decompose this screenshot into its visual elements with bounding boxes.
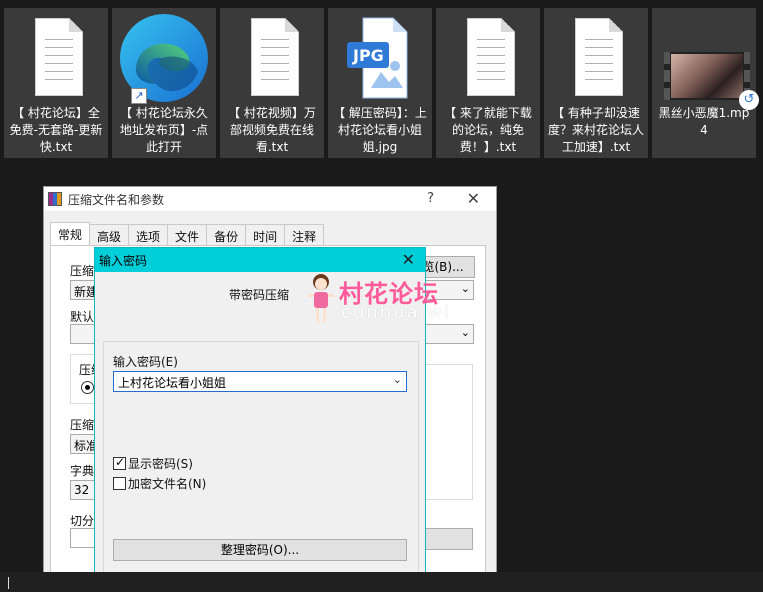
text-caret [8,577,9,589]
desktop-file-3[interactable]: 【 村花视频】万部视频免费在线看.txt [220,8,324,158]
encrypt-file-names-checkbox[interactable]: 加密文件名(N) [113,475,206,492]
file-name: 【 村花论坛永久地址发布页】-点此打开 [119,106,209,154]
desktop-file-7[interactable]: ↺ 黑丝小恶魔1.mp4 [652,8,759,158]
edge-shortcut-icon: ↗ [120,14,208,104]
dialog-title: 压缩文件名和参数 [68,192,165,207]
password-input[interactable]: 上村花论坛看小姐姐 ⌄ [113,371,407,392]
password-header: 带密码压缩 [229,288,290,302]
tab-files[interactable]: 文件 [167,224,208,246]
tab-comment[interactable]: 注释 [284,224,325,246]
text-file-icon [21,14,91,102]
file-name: 【 村花视频】万部视频免费在线看.txt [228,106,316,154]
tab-bar: 常规 高级 选项 文件 备份 时间 注释 [50,222,325,246]
tab-time[interactable]: 时间 [245,224,286,246]
text-file-icon [561,14,631,102]
text-file-icon [453,14,523,102]
checkbox-checked-icon[interactable] [113,455,126,470]
winrar-icon [48,192,62,206]
help-button[interactable]: ? [427,191,434,206]
file-name: 【 村花论坛】全免费-无套路-更新快.txt [9,106,103,154]
password-dialog-title: 输入密码 [99,253,148,268]
file-name: 【 来了就能下载的论坛，纯免费！】.txt [444,106,532,154]
split-label: 切分 [70,514,95,528]
desktop-file-2[interactable]: ↗ 【 村花论坛永久地址发布页】-点此打开 [112,8,216,158]
close-button[interactable]: ✕ [402,250,415,269]
format-radio[interactable] [81,381,94,394]
organize-passwords-button[interactable]: 整理密码(O)... [113,539,407,561]
girl-mascot-icon [308,274,334,322]
desktop-file-5[interactable]: 【 来了就能下载的论坛，纯免费！】.txt [436,8,540,158]
enter-password-label: 输入密码(E) [113,355,178,369]
tab-advanced[interactable]: 高级 [89,224,130,246]
desktop-file-1[interactable]: 【 村花论坛】全免费-无套路-更新快.txt [4,8,108,158]
jpg-file-icon: JPG [345,14,415,102]
desktop-file-4[interactable]: JPG 【 解压密码】：上村花论坛看小姐姐.jpg [328,8,432,158]
video-file-icon: ↺ [664,14,759,110]
taskbar [0,572,763,592]
watermark: 村花论坛 cunhua.wi [305,272,465,328]
file-name: 【 解压密码】：上村花论坛看小姐姐.jpg [333,106,427,154]
file-name: 【 有种子却没速度？来村花论坛人工加速】.txt [548,106,645,154]
archive-name-label: 压缩 [70,264,95,278]
method-label: 压缩 [70,418,95,432]
dictionary-label: 字典 [70,464,95,478]
show-password-checkbox[interactable]: 显示密码(S) [113,455,193,472]
shortcut-arrow-icon: ↗ [131,88,147,104]
chevron-down-icon[interactable]: ⌄ [393,373,402,386]
tab-options[interactable]: 选项 [128,224,169,246]
desktop-file-area: 【 村花论坛】全免费-无套路-更新快.txt ↗ 【 村花论坛永久地址发布页】-… [0,0,763,160]
desktop-file-6[interactable]: 【 有种子却没速度？来村花论坛人工加速】.txt [544,8,648,158]
tab-backup[interactable]: 备份 [206,224,247,246]
file-name: 黑丝小恶魔1.mp4 [658,106,750,137]
dialog-title-bar: 压缩文件名和参数 ? ✕ [44,187,496,211]
show-password-label: 显示密码(S) [128,457,193,471]
password-title-bar: 输入密码 ✕ [95,248,425,272]
enter-password-dialog: 输入密码 ✕ 带密码压缩 村花论坛 cunhua.wi 输入密码(E) 上村花论… [94,247,449,592]
text-file-icon [237,14,307,102]
checkbox-unchecked-icon[interactable] [113,477,126,490]
jpg-badge: JPG [353,46,384,65]
tab-general[interactable]: 常规 [50,222,91,246]
watermark-url: cunhua.wi [341,302,452,323]
password-value: 上村花论坛看小姐姐 [118,376,227,390]
encrypt-file-names-label: 加密文件名(N) [128,477,207,491]
profile-label: 默认 [70,310,95,324]
close-button[interactable]: ✕ [467,189,480,208]
